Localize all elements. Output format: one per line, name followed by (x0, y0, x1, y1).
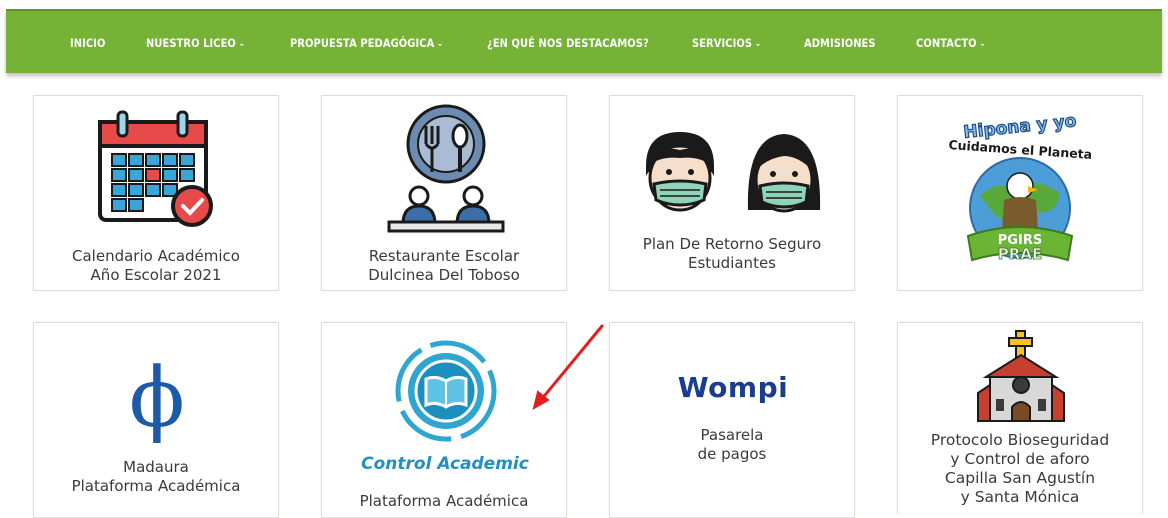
card-prae[interactable]: Hipona y yo Cuidamos el Planeta PGIRS PR… (897, 95, 1143, 291)
caption-line: Protocolo Bioseguridad (930, 431, 1110, 449)
nav-contacto[interactable]: CONTACTO ⌄ (916, 36, 986, 50)
nav-admisiones[interactable]: ADMISIONES (804, 36, 876, 50)
nav-propuesta-pedagogica[interactable]: PROPUESTA PEDAGÓGICA ⌄ (290, 36, 443, 50)
card-control-academic[interactable]: Control Academic Plataforma Académica (321, 322, 567, 518)
nav-en-que-nos-destacamos[interactable]: ¿EN QUÉ NOS DESTACAMOS? (487, 36, 649, 50)
restaurant-icon (387, 104, 505, 233)
caption-line: Capilla San Agustín (944, 469, 1096, 487)
card-caption: Pasarela de pagos (610, 426, 854, 464)
caption-line: Pasarela (700, 426, 764, 444)
church-icon (977, 330, 1065, 422)
caption-line: Plataforma Académica (359, 492, 529, 510)
phi-icon: ϕ (129, 351, 185, 446)
card-caption: Protocolo Bioseguridad y Control de afor… (898, 431, 1142, 507)
control-academic-logo (395, 340, 497, 442)
card-restaurante[interactable]: Restaurante Escolar Dulcinea Del Toboso (321, 95, 567, 291)
chevron-down-icon: ⌄ (754, 39, 762, 49)
nav-nuestro-liceo-label: NUESTRO LICEO (146, 36, 236, 50)
chevron-down-icon: ⌄ (979, 39, 986, 49)
caption-line: Madaura (123, 458, 189, 476)
nav-nuestro-liceo[interactable]: NUESTRO LICEO ⌄ (146, 36, 245, 50)
chevron-down-icon: ⌄ (238, 39, 246, 49)
nav-servicios-label: SERVICIOS (692, 36, 753, 50)
top-border (0, 0, 1168, 9)
caption-line: Plan De Retorno Seguro (642, 235, 822, 253)
caption-line: y Santa Mónica (960, 488, 1080, 506)
nav-propuesta-label: PROPUESTA PEDAGÓGICA (290, 36, 435, 50)
card-calendario[interactable]: Calendario Académico Año Escolar 2021 (33, 95, 279, 291)
caption-line: Restaurante Escolar (368, 247, 520, 265)
caption-line: de pagos (697, 445, 767, 463)
nav-servicios[interactable]: SERVICIOS ⌄ (692, 36, 761, 50)
wompi-logo: Wompi (677, 371, 789, 404)
card-caption: Calendario Académico Año Escolar 2021 (34, 247, 278, 285)
card-caption: Plan De Retorno Seguro Estudiantes (610, 235, 854, 273)
hipona-prae-logo: Hipona y yo Cuidamos el Planeta PGIRS PR… (948, 111, 1093, 264)
caption-line: Estudiantes (688, 254, 776, 272)
chevron-down-icon: ⌄ (436, 39, 444, 49)
caption-line: Año Escolar 2021 (90, 266, 222, 284)
nav-inicio[interactable]: INICIO (70, 36, 106, 50)
card-protocolo[interactable]: Protocolo Bioseguridad y Control de afor… (897, 322, 1143, 514)
svg-text:PRAE: PRAE (998, 245, 1042, 263)
main-navbar: INICIO NUESTRO LICEO ⌄ PROPUESTA PEDAGÓGI… (6, 9, 1162, 73)
caption-line: Dulcinea Del Toboso (368, 266, 520, 284)
card-caption: Restaurante Escolar Dulcinea Del Toboso (322, 247, 566, 285)
nav-contacto-label: CONTACTO (916, 36, 977, 50)
caption-line: Plataforma Académica (71, 477, 241, 495)
card-caption: Plataforma Académica (322, 492, 566, 511)
control-academic-wordmark: Control Academic (361, 454, 529, 474)
nav-inicio-label: INICIO (70, 36, 106, 50)
nav-admisiones-label: ADMISIONES (804, 36, 876, 50)
calendar-icon (98, 110, 213, 227)
card-plan-retorno[interactable]: Plan De Retorno Seguro Estudiantes (609, 95, 855, 291)
caption-line: Calendario Académico (72, 247, 240, 265)
face-mask-icon (646, 132, 821, 213)
svg-text:Hipona y yo: Hipona y yo (963, 111, 1078, 143)
card-caption: Madaura Plataforma Académica (34, 458, 278, 496)
card-madaura[interactable]: ϕ Madaura Plataforma Académica (33, 322, 279, 518)
nav-destacamos-label: ¿EN QUÉ NOS DESTACAMOS? (487, 36, 649, 50)
caption-line: y Control de aforo (950, 450, 1090, 468)
card-wompi[interactable]: Wompi Pasarela de pagos (609, 322, 855, 518)
